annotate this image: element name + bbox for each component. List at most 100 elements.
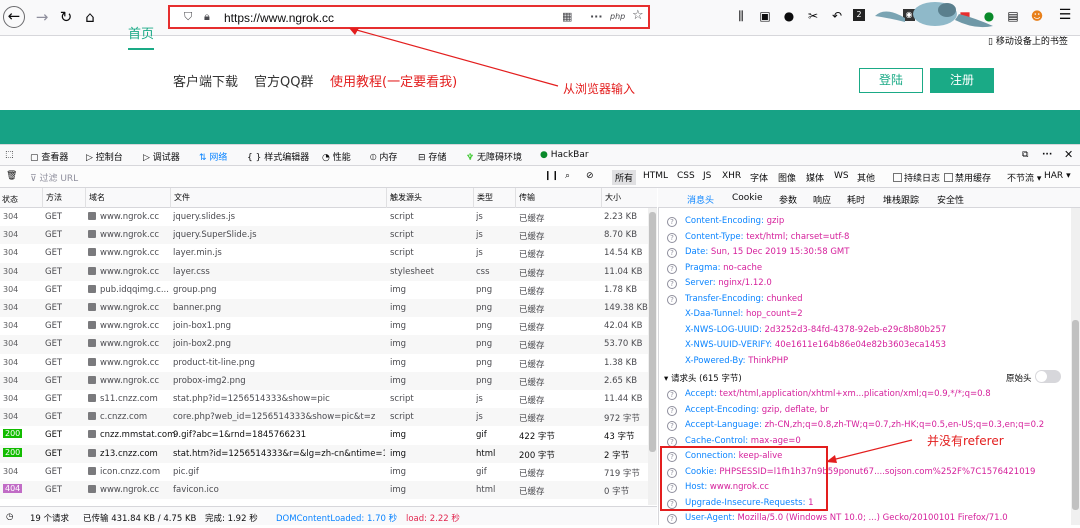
column-status[interactable]: 状态 [2, 194, 18, 205]
screenshot-icon[interactable]: ✂ [805, 9, 821, 23]
filter-type-image[interactable]: 图像 [778, 171, 796, 184]
request-row[interactable]: 304 GET www.ngrok.cc join-box1.png img p… [0, 317, 657, 335]
filter-type-xhr[interactable]: XHR [722, 171, 741, 181]
persist-logs-checkbox[interactable]: 持续日志 [893, 171, 940, 184]
filter-type-other[interactable]: 其他 [857, 171, 875, 184]
tab-security[interactable]: 安全性 [937, 193, 964, 206]
badge-icon[interactable]: 2 [853, 9, 865, 21]
request-row[interactable]: 304 GET www.ngrok.cc banner.png img png … [0, 299, 657, 317]
column-domain[interactable]: 域名 [85, 188, 105, 208]
reader-icon[interactable]: ▤ [1005, 9, 1021, 23]
tab-performance[interactable]: ◔ 性能 [322, 150, 351, 163]
undo-icon[interactable]: ↶ [829, 9, 845, 23]
back-arrow-icon[interactable]: ← [3, 6, 25, 28]
column-transferred[interactable]: 传输 [515, 188, 535, 208]
close-devtools-icon[interactable]: ✕ [1064, 148, 1073, 161]
tab-debugger[interactable]: ▷ 调试器 [143, 150, 180, 163]
register-button[interactable]: 注册 [930, 68, 994, 93]
tab-response[interactable]: 响应 [813, 193, 831, 206]
request-row[interactable]: 200 GET z13.cnzz.com stat.htm?id=1256514… [0, 445, 657, 463]
request-row[interactable]: 304 GET c.cnzz.com core.php?web_id=12565… [0, 408, 657, 426]
help-icon[interactable]: ? [667, 233, 677, 243]
request-row[interactable]: 304 GET pub.idqqimg.c... group.png img p… [0, 281, 657, 299]
request-row[interactable]: 304 GET www.ngrok.cc layer.css styleshee… [0, 263, 657, 281]
filter-type-js[interactable]: JS [703, 171, 711, 181]
tab-accessibility[interactable]: ♆ 无障碍环境 [466, 150, 522, 163]
help-icon[interactable]: ? [667, 390, 677, 400]
filter-url-input[interactable]: ⊽ 过滤 URL [30, 171, 78, 184]
filter-type-all[interactable]: 所有 [612, 170, 636, 185]
disable-cache-checkbox[interactable]: 禁用缓存 [944, 171, 991, 184]
filter-type-html[interactable]: HTML [643, 171, 668, 181]
request-list-scroll-thumb[interactable] [649, 212, 656, 452]
help-icon[interactable]: ? [667, 248, 677, 258]
php-icon[interactable]: php [610, 12, 625, 21]
har-menu[interactable]: HAR ▾ [1044, 171, 1071, 181]
reload-icon[interactable]: ↻ [54, 5, 78, 29]
request-row[interactable]: 304 GET www.ngrok.cc join-box2.png img p… [0, 335, 657, 353]
pause-icon[interactable]: ❙❙ [544, 171, 559, 181]
request-row[interactable]: 404 GET www.ngrok.cc favicon.ico img htm… [0, 481, 657, 499]
help-icon[interactable]: ? [667, 217, 677, 227]
filter-type-ws[interactable]: WS [834, 171, 849, 181]
dock-icon[interactable]: ⧉ [1022, 150, 1028, 160]
raw-headers-toggle[interactable] [1035, 370, 1061, 383]
tab-storage[interactable]: ⊟ 存储 [418, 150, 446, 163]
filter-type-font[interactable]: 字体 [750, 171, 768, 184]
page-actions-icon[interactable]: ··· [590, 10, 603, 23]
details-scroll-thumb[interactable] [1072, 320, 1079, 510]
column-cause[interactable]: 触发源头 [386, 188, 422, 208]
request-row[interactable]: 304 GET www.ngrok.cc jquery.slides.js sc… [0, 208, 657, 226]
more-options-icon[interactable]: ··· [1042, 150, 1052, 160]
library-icon[interactable]: ⫼ [733, 9, 749, 24]
help-icon[interactable]: ? [667, 437, 677, 447]
lock-icon[interactable]: 🔒︎ [204, 10, 210, 24]
request-row[interactable]: 200 GET cnzz.mmstat.com 9.gif?abc=1&rnd=… [0, 426, 657, 444]
search-icon[interactable]: ⌕ [565, 171, 570, 181]
mobile-bookmarks[interactable]: ▯ 移动设备上的书签 [988, 34, 1068, 47]
tab-console[interactable]: ▷ 控制台 [86, 150, 123, 163]
shield-icon[interactable]: ⛉ [184, 10, 192, 24]
forward-arrow-icon[interactable]: → [30, 5, 54, 29]
filter-type-media[interactable]: 媒体 [806, 171, 824, 184]
request-headers-toggle[interactable]: ▾ 请求头 (615 字节) [664, 372, 742, 384]
tab-timings[interactable]: 耗时 [847, 193, 865, 206]
tab-hackbar[interactable]: ● HackBar [540, 150, 589, 160]
help-icon[interactable]: ? [667, 514, 677, 524]
tab-style-editor[interactable]: { } 样式编辑器 [247, 150, 309, 163]
tab-stack-trace[interactable]: 堆栈跟踪 [883, 193, 919, 206]
request-row[interactable]: 304 GET www.ngrok.cc product-tit-line.pn… [0, 354, 657, 372]
column-method[interactable]: 方法 [42, 188, 62, 208]
menu-icon[interactable]: ☰ [1057, 7, 1073, 23]
request-row[interactable]: 304 GET www.ngrok.cc layer.min.js script… [0, 244, 657, 262]
request-row[interactable]: 304 GET www.ngrok.cc jquery.SuperSlide.j… [0, 226, 657, 244]
column-type[interactable]: 类型 [473, 188, 493, 208]
request-row[interactable]: 304 GET s11.cnzz.com stat.php?id=1256514… [0, 390, 657, 408]
qr-code-icon[interactable]: ▦ [562, 10, 572, 23]
column-size[interactable]: 大小 [601, 188, 621, 208]
help-icon[interactable]: ? [667, 421, 677, 431]
star-icon[interactable]: ☆ [632, 8, 644, 23]
tab-memory[interactable]: ⦶ 内存 [370, 150, 397, 163]
throttle-select[interactable]: 不节流 ▾ [1007, 171, 1041, 184]
request-row[interactable]: 304 GET icon.cnzz.com pic.gif img gif 已缓… [0, 463, 657, 481]
request-row[interactable]: 304 GET www.ngrok.cc probox-img2.png img… [0, 372, 657, 390]
block-icon[interactable]: ⊘ [586, 171, 594, 181]
tab-network[interactable]: ⇅ 网络 [199, 150, 227, 163]
help-icon[interactable]: ? [667, 295, 677, 305]
filter-type-css[interactable]: CSS [677, 171, 695, 181]
fox-icon[interactable]: ☻ [1029, 9, 1045, 23]
nav-home-link[interactable]: 首页 [128, 23, 154, 50]
help-icon[interactable]: ? [667, 264, 677, 274]
account-icon[interactable]: ● [781, 9, 797, 23]
tab-inspector[interactable]: ▢ 查看器 [30, 150, 68, 163]
login-button[interactable]: 登陆 [859, 68, 923, 93]
home-icon[interactable]: ⌂ [78, 5, 102, 29]
trash-icon[interactable]: 🗑︎ [6, 171, 17, 181]
help-icon[interactable]: ? [667, 279, 677, 289]
tab-params[interactable]: 参数 [779, 193, 797, 206]
tab-headers[interactable]: 消息头 [687, 193, 714, 206]
sidebar-icon[interactable]: ▣ [757, 9, 773, 23]
url-text[interactable]: https://www.ngrok.cc [224, 11, 334, 25]
nav-qq-group-link[interactable]: 官方QQ群 [254, 71, 313, 90]
